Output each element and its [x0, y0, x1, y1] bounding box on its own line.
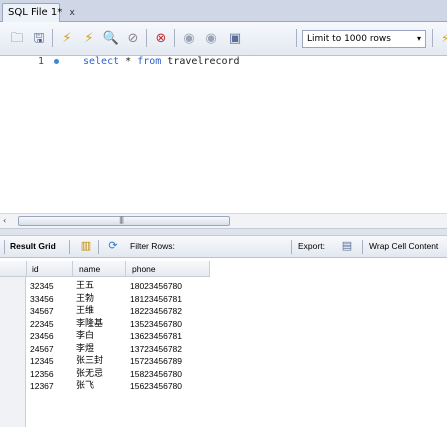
- cell-phone[interactable]: 18123456781: [130, 293, 182, 305]
- statement-marker-icon: [54, 59, 59, 64]
- cell-name[interactable]: 李隆基: [76, 318, 103, 330]
- table-row[interactable]: 24567 李煜 13723456782: [0, 343, 210, 356]
- open-folder-icon[interactable]: 🗀: [8, 29, 26, 47]
- tab-close-icon[interactable]: x: [69, 8, 74, 18]
- cell-id[interactable]: 12356: [30, 368, 54, 380]
- execute-current-icon[interactable]: ⚡: [80, 29, 98, 47]
- cell-id[interactable]: 23456: [30, 330, 54, 342]
- code-line[interactable]: select * from travelrecord: [83, 56, 240, 67]
- table-row[interactable]: 12367 张飞 15623456780: [0, 380, 210, 393]
- column-divider: [26, 261, 27, 277]
- cell-phone[interactable]: 13723456782: [130, 343, 182, 355]
- keyword-select: select: [83, 56, 120, 67]
- toolbar-separator: [98, 240, 99, 254]
- toolbar-separator: [146, 29, 147, 47]
- cell-phone[interactable]: 15823456780: [130, 368, 182, 380]
- cell-name[interactable]: 王五: [76, 280, 94, 292]
- export-label: Export:: [298, 241, 325, 251]
- column-divider[interactable]: [125, 261, 126, 277]
- table-name: travelrecord: [161, 56, 240, 67]
- explain-icon[interactable]: 🔍: [102, 29, 120, 47]
- rollback-icon[interactable]: ◉: [202, 29, 220, 47]
- table-row[interactable]: 33456 王勃 18123456781: [0, 293, 210, 306]
- cell-id[interactable]: 12367: [30, 380, 54, 392]
- cell-id[interactable]: 24567: [30, 343, 54, 355]
- toolbar-separator: [432, 29, 433, 47]
- cell-phone[interactable]: 15723456789: [130, 355, 182, 367]
- cell-id[interactable]: 33456: [30, 293, 54, 305]
- cell-name[interactable]: 张飞: [76, 380, 94, 392]
- commit-icon[interactable]: ◉: [180, 29, 198, 47]
- cell-name[interactable]: 李白: [76, 330, 94, 342]
- grid-rows: 32345 王五 18023456780 33456 王勃 18123456781 34…: [0, 280, 210, 393]
- editor-toolbar: 🗀 🖫 ⚡ ⚡ 🔍 ⊘ ⊗ ◉ ◉ ▣ Limit to 1000 rows ▾…: [0, 22, 447, 56]
- cell-name[interactable]: 张三封: [76, 355, 103, 367]
- toolbar-separator: [52, 29, 53, 47]
- table-row[interactable]: 22345 李隆基 13523456780: [0, 318, 210, 331]
- limit-rows-select[interactable]: Limit to 1000 rows ▾: [302, 30, 426, 48]
- tab-label: SQL File 1*: [8, 7, 63, 18]
- limit-rows-label: Limit to 1000 rows: [307, 34, 391, 44]
- cell-id[interactable]: 32345: [30, 280, 54, 292]
- save-icon[interactable]: 🖫: [30, 29, 48, 47]
- filter-rows-label: Filter Rows:: [130, 241, 175, 251]
- toolbar-separator: [291, 240, 292, 254]
- result-grid: id name phone 32345 王五 18023456780 33456 王勃…: [0, 258, 447, 429]
- cell-name[interactable]: 张无忌: [76, 368, 103, 380]
- column-header-id[interactable]: id: [32, 264, 39, 274]
- tab-sql-file[interactable]: SQL File 1* x: [2, 3, 75, 23]
- refresh-icon[interactable]: ⟳: [106, 239, 120, 253]
- scroll-left-icon[interactable]: ‹: [3, 216, 6, 225]
- execute-icon[interactable]: ⚡: [436, 29, 447, 47]
- column-header-name[interactable]: name: [79, 264, 100, 274]
- toolbar-separator: [362, 240, 363, 254]
- result-toolbar: Result Grid ▥ ⟳ Filter Rows: Export: ▤ W…: [0, 236, 447, 258]
- keyword-from: from: [137, 56, 162, 67]
- scrollbar-thumb[interactable]: |||: [18, 216, 230, 226]
- toggle-autocommit-icon[interactable]: ⊗: [152, 29, 170, 47]
- cell-phone[interactable]: 18223456782: [130, 305, 182, 317]
- table-row[interactable]: 12345 张三封 15723456789: [0, 355, 210, 368]
- cell-id[interactable]: 22345: [30, 318, 54, 330]
- code-star: *: [119, 56, 138, 67]
- export-icon[interactable]: ▤: [340, 239, 354, 253]
- panel-splitter[interactable]: [0, 228, 447, 236]
- toolbar-separator: [296, 29, 297, 47]
- column-divider[interactable]: [72, 261, 73, 277]
- toolbar-separator: [4, 240, 5, 254]
- grid-icon[interactable]: ▥: [79, 239, 93, 253]
- wrap-cell-content-label[interactable]: Wrap Cell Content: [369, 241, 438, 251]
- scrollbar-grip-icon: |||: [119, 216, 124, 224]
- stop-icon[interactable]: ⊘: [124, 29, 142, 47]
- table-row[interactable]: 12356 张无忌 15823456780: [0, 368, 210, 381]
- toolbar-separator: [174, 29, 175, 47]
- cell-phone[interactable]: 15623456780: [130, 380, 182, 392]
- execute-icon[interactable]: ⚡: [58, 29, 76, 47]
- editor-horizontal-scrollbar[interactable]: ‹ |||: [0, 213, 447, 228]
- table-row[interactable]: 32345 王五 18023456780: [0, 280, 210, 293]
- cell-phone[interactable]: 13623456781: [130, 330, 182, 342]
- toolbar-separator: [69, 240, 70, 254]
- cell-id[interactable]: 34567: [30, 305, 54, 317]
- grid-header: id name phone: [0, 261, 210, 277]
- column-header-phone[interactable]: phone: [132, 264, 156, 274]
- cell-id[interactable]: 12345: [30, 355, 54, 367]
- column-divider[interactable]: [209, 261, 210, 277]
- cell-name[interactable]: 王勃: [76, 293, 94, 305]
- line-number: 1: [38, 56, 45, 67]
- cell-phone[interactable]: 18023456780: [130, 280, 182, 292]
- chevron-down-icon: ▾: [416, 34, 421, 43]
- tab-strip: SQL File 1* x: [0, 0, 447, 23]
- cell-phone[interactable]: 13523456780: [130, 318, 182, 330]
- cell-name[interactable]: 李煜: [76, 343, 94, 355]
- table-row[interactable]: 34567 王维 18223456782: [0, 305, 210, 318]
- table-row[interactable]: 23456 李白 13623456781: [0, 330, 210, 343]
- result-grid-tab[interactable]: Result Grid: [10, 241, 56, 251]
- cell-name[interactable]: 王维: [76, 305, 94, 317]
- beautify-icon[interactable]: ▣: [226, 29, 244, 47]
- sql-editor[interactable]: 1 select * from travelrecord: [0, 56, 447, 213]
